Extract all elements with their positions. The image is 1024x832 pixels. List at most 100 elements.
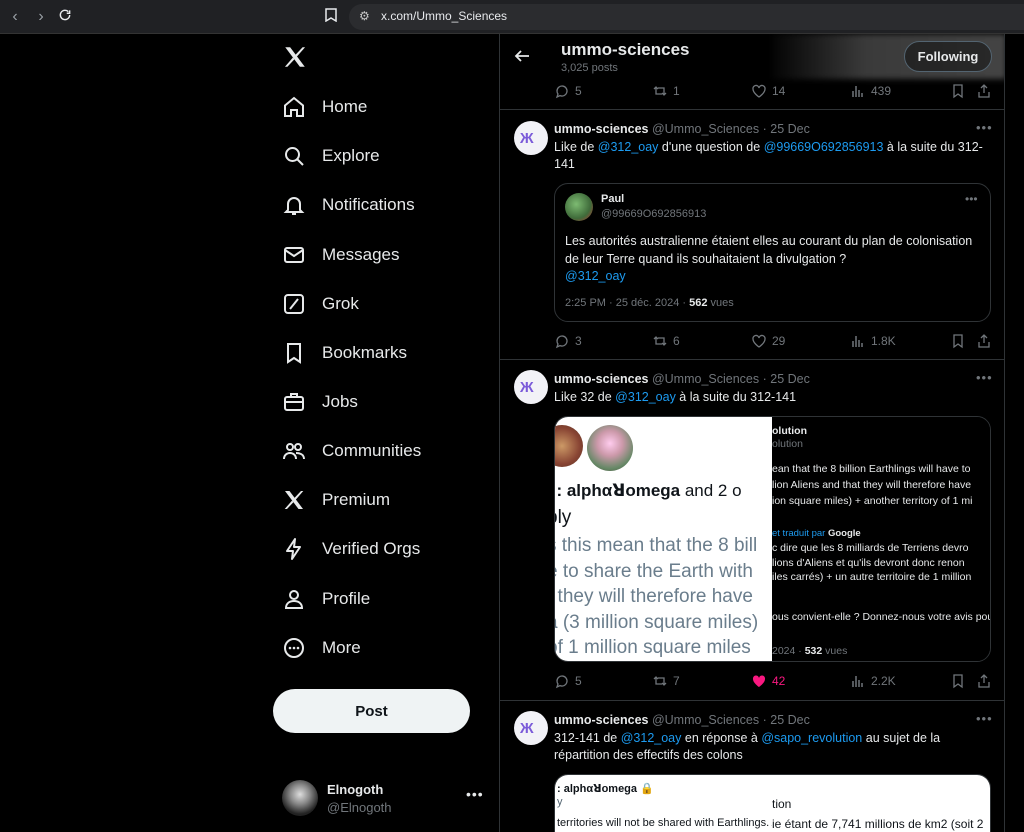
author-name[interactable]: ummo-sciences	[554, 122, 648, 136]
account-name: Elnogoth	[327, 782, 384, 797]
sidebar-item-premium[interactable]: Premium	[282, 480, 390, 520]
sidebar-item-grok[interactable]: Grok	[282, 284, 359, 324]
more-options-icon[interactable]: •••	[466, 786, 484, 802]
views-button[interactable]: 439	[850, 83, 891, 99]
avatar[interactable]: Ж	[514, 711, 548, 745]
back-arrow-icon[interactable]: ‹	[6, 8, 24, 26]
bookmark-button[interactable]	[950, 333, 971, 349]
avatar[interactable]: Ж	[514, 370, 548, 404]
avatar	[555, 425, 583, 467]
sidebar-item-home[interactable]: Home	[282, 87, 367, 127]
reply-icon	[555, 335, 568, 349]
media-image-left[interactable]: l : alphαꓤomega and 2 o ply s this mean …	[554, 417, 772, 661]
author-handle-date[interactable]: @Ummo_Sciences · 25 Dec	[652, 122, 810, 136]
mention-link[interactable]: @312_oay	[621, 731, 682, 745]
media-text: tion	[772, 797, 792, 811]
view-count: 2.2K	[871, 674, 896, 688]
post-button[interactable]: Post	[273, 689, 470, 733]
tweet-text: Like de @312_oay d'une question de @9966…	[554, 140, 983, 171]
tweet-text: 312-141 de @312_oay en réponse à @sapo_r…	[554, 731, 941, 762]
like-button[interactable]: 42	[751, 673, 785, 689]
tweet-text: Like 32 de @312_oay à la suite du 312-14…	[554, 390, 797, 404]
following-button[interactable]: Following	[904, 41, 992, 72]
more-options-icon[interactable]: •••	[976, 120, 993, 135]
sidebar-item-more[interactable]: More	[282, 628, 361, 668]
views-button[interactable]: 1.8K	[850, 333, 896, 349]
like-button[interactable]: 29	[751, 333, 785, 349]
share-button[interactable]	[976, 673, 997, 689]
sidebar-item-communities[interactable]: Communities	[282, 431, 421, 471]
account-switcher[interactable]: Elnogoth @Elnogoth •••	[282, 778, 492, 818]
profile-header: ummo-sciences 3,025 posts Following	[500, 34, 1004, 79]
repost-button[interactable]: 1	[652, 83, 680, 99]
like-count: 14	[772, 84, 786, 98]
repost-button[interactable]: 7	[652, 673, 680, 689]
envelope-icon	[284, 247, 304, 263]
reply-button[interactable]: 3	[554, 333, 582, 349]
media-text: olution	[772, 425, 807, 437]
like-count: 42	[772, 674, 786, 688]
mention-link[interactable]: @312_oay	[565, 269, 626, 283]
briefcase-icon	[284, 393, 304, 411]
more-options-icon[interactable]: •••	[976, 711, 993, 726]
avatar[interactable]: Ж	[514, 121, 548, 155]
mention-link[interactable]: @sapo_revolution	[761, 731, 862, 745]
mention-link[interactable]: @99669O692856913	[764, 140, 884, 154]
quoted-meta: 2:25 PM · 25 déc. 2024 · 562 vues	[565, 297, 734, 309]
like-count: 29	[772, 334, 786, 348]
repost-icon	[653, 336, 667, 346]
like-button[interactable]: 14	[751, 83, 785, 99]
sidebar-item-bookmarks[interactable]: Bookmarks	[282, 333, 407, 373]
more-options-icon[interactable]: •••	[965, 192, 978, 206]
share-button[interactable]	[976, 83, 997, 99]
author-name[interactable]: ummo-sciences	[554, 713, 648, 727]
reply-button[interactable]: 5	[554, 83, 582, 99]
forward-arrow-icon[interactable]: ›	[32, 8, 50, 26]
sidebar-item-label: More	[322, 638, 361, 657]
sidebar-item-jobs[interactable]: Jobs	[282, 382, 358, 422]
timeline-column: ummo-sciences 3,025 posts Following 5 1 …	[499, 34, 1005, 832]
mention-link[interactable]: @312_oay	[598, 140, 659, 154]
tweet-header: ummo-sciences @Ummo_Sciences · 25 Dec	[554, 122, 810, 136]
quoted-author-handle: @99669O692856913	[601, 208, 707, 220]
sidebar-item-label: Notifications	[322, 195, 415, 214]
bookmark-button[interactable]	[950, 83, 971, 99]
communities-icon	[283, 443, 305, 460]
reply-icon	[555, 675, 568, 689]
tweet-media[interactable]: : alphαꓤomega 🔒 y territories will not b…	[554, 774, 991, 832]
views-button[interactable]: 2.2K	[850, 673, 896, 689]
repost-button[interactable]: 6	[652, 333, 680, 349]
sidebar-item-explore[interactable]: Explore	[282, 136, 380, 176]
repost-icon	[653, 86, 667, 96]
sidebar-item-messages[interactable]: Messages	[282, 235, 399, 275]
bookmark-page-icon[interactable]	[322, 8, 340, 26]
reload-icon[interactable]	[56, 8, 74, 26]
back-arrow-icon[interactable]	[514, 48, 530, 64]
mention-link[interactable]: @312_oay	[615, 390, 676, 404]
media-text: s this mean that the 8 bill	[554, 535, 758, 556]
address-bar[interactable]: ⚙ x.com/Ummo_Sciences	[349, 4, 1024, 30]
sidebar-item-notifications[interactable]: Notifications	[282, 185, 415, 225]
x-logo-icon[interactable]	[282, 44, 310, 72]
repost-count: 7	[673, 674, 680, 688]
chart-icon	[852, 676, 863, 687]
site-info-icon[interactable]: ⚙	[359, 9, 370, 23]
media-image-right[interactable]: tion ie étant de 7,741 millions de km2 (…	[772, 775, 990, 832]
media-image-left[interactable]: : alphαꓤomega 🔒 y territories will not b…	[555, 775, 779, 832]
sidebar-item-label: Grok	[322, 294, 359, 313]
media-text: lions d'Aliens et qu'ils devront donc re…	[772, 557, 965, 569]
more-options-icon[interactable]: •••	[976, 370, 993, 385]
person-icon	[284, 590, 304, 609]
author-handle-date[interactable]: @Ummo_Sciences · 25 Dec	[652, 713, 810, 727]
bookmark-button[interactable]	[950, 673, 971, 689]
author-name[interactable]: ummo-sciences	[554, 372, 648, 386]
sidebar-item-verified-orgs[interactable]: Verified Orgs	[282, 529, 420, 569]
sidebar-item-profile[interactable]: Profile	[282, 579, 370, 619]
share-button[interactable]	[976, 333, 997, 349]
bookmark-icon	[287, 343, 301, 364]
quoted-tweet[interactable]: Paul @99669O692856913 ••• Les autorités …	[554, 183, 991, 322]
reply-button[interactable]: 5	[554, 673, 582, 689]
author-handle-date[interactable]: @Ummo_Sciences · 25 Dec	[652, 372, 810, 386]
tweet-media[interactable]: l : alphαꓤomega and 2 o ply s this mean …	[554, 416, 991, 662]
media-image-right[interactable]: olution olution ean that the 8 billion E…	[772, 417, 990, 661]
